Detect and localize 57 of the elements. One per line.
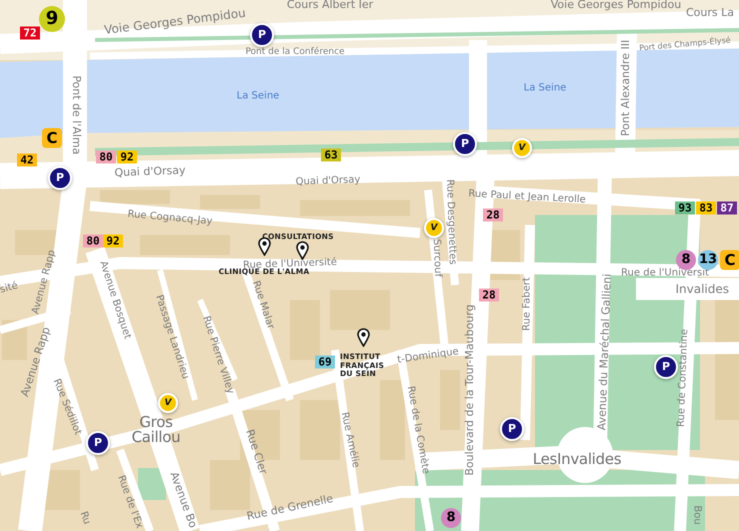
street-label: Surcouf bbox=[430, 238, 444, 278]
rer-line-badge[interactable]: C bbox=[42, 128, 62, 148]
bus-line-badge[interactable]: 92 bbox=[117, 150, 137, 164]
street-label: Pont de l'Alma bbox=[70, 75, 82, 155]
street-label: Rue de l'Universit bbox=[621, 268, 709, 278]
street-label: Rue de la Comète bbox=[404, 385, 432, 475]
street-label: Avenue Rapp bbox=[30, 248, 58, 316]
building-block bbox=[210, 460, 250, 510]
bus-line-badge[interactable]: 83 bbox=[696, 202, 716, 214]
street-label: Rue Pierre Villey bbox=[200, 314, 236, 396]
street-label: Rue Malar bbox=[250, 280, 276, 330]
bus-line-badge[interactable]: 72 bbox=[20, 26, 40, 40]
bus-line-badge[interactable]: 42 bbox=[17, 154, 37, 166]
street-label: Rue Cognacq-Jay bbox=[127, 208, 213, 228]
street-label: t-Dominique bbox=[396, 346, 460, 366]
bus-line-badge[interactable]: 87 bbox=[717, 202, 737, 214]
street-label: Avenue du Maréchal Gallieni bbox=[596, 274, 614, 430]
bus-line-badge[interactable]: 80 bbox=[96, 150, 116, 164]
street-label: Boulevard de la Tour-Maubourg bbox=[464, 304, 476, 476]
street-label: Quai d'Orsay bbox=[296, 174, 360, 188]
building-block bbox=[100, 190, 170, 204]
map-pin-icon[interactable] bbox=[357, 328, 370, 347]
street-label: Pont de la Conférence bbox=[245, 48, 345, 58]
rer-line-badge[interactable]: C bbox=[720, 250, 739, 270]
street-label: Ru bbox=[78, 510, 92, 526]
building-block bbox=[300, 400, 340, 460]
place-label: LesInvalides bbox=[532, 450, 622, 468]
station-label: Invalides bbox=[636, 278, 739, 300]
street-label: Rue Fabert bbox=[522, 277, 532, 331]
bus-line-badge[interactable]: 93 bbox=[675, 202, 695, 214]
bus-line-badge[interactable]: 63 bbox=[321, 148, 341, 162]
place-label: Gros Caillou bbox=[130, 415, 182, 445]
street-label: Voie Georges Pompidou bbox=[104, 6, 246, 38]
street-label: Rue de Grenelle bbox=[246, 492, 334, 524]
bus-line-badge[interactable]: 69 bbox=[315, 356, 335, 368]
street-label: Rue Paul et Jean Lerolle bbox=[468, 188, 586, 206]
street-label: Cours La bbox=[686, 6, 734, 20]
bus-line-badge[interactable]: 80 bbox=[83, 234, 103, 248]
river-label: La Seine bbox=[524, 82, 566, 94]
river-label: La Seine bbox=[236, 90, 280, 102]
street-label: Bou bbox=[692, 505, 702, 525]
street-label: Rue de Constantine bbox=[676, 328, 690, 428]
bus-line-badge[interactable]: 92 bbox=[103, 234, 123, 248]
street-label: Rue Cler bbox=[243, 428, 269, 476]
building-block bbox=[330, 290, 390, 330]
street-label: Quai d'Orsay bbox=[114, 164, 186, 180]
street-label: Pont Alexandre III bbox=[620, 40, 632, 136]
street-label: Rue de l'Ex bbox=[115, 474, 145, 530]
building-block bbox=[290, 300, 320, 360]
building-block bbox=[200, 195, 260, 209]
street-label: Rue Amélie bbox=[338, 411, 362, 469]
street-label: Port des Champs-Élysé bbox=[638, 36, 732, 54]
street-label: Rue Desgenettes bbox=[444, 179, 458, 265]
bus-line-badge[interactable]: 28 bbox=[479, 288, 499, 302]
street-label: Voie Georges Pompidou bbox=[550, 0, 682, 12]
bus-line-badge[interactable]: 28 bbox=[483, 208, 503, 222]
street-label: Cours Albert Ier bbox=[286, 0, 374, 12]
